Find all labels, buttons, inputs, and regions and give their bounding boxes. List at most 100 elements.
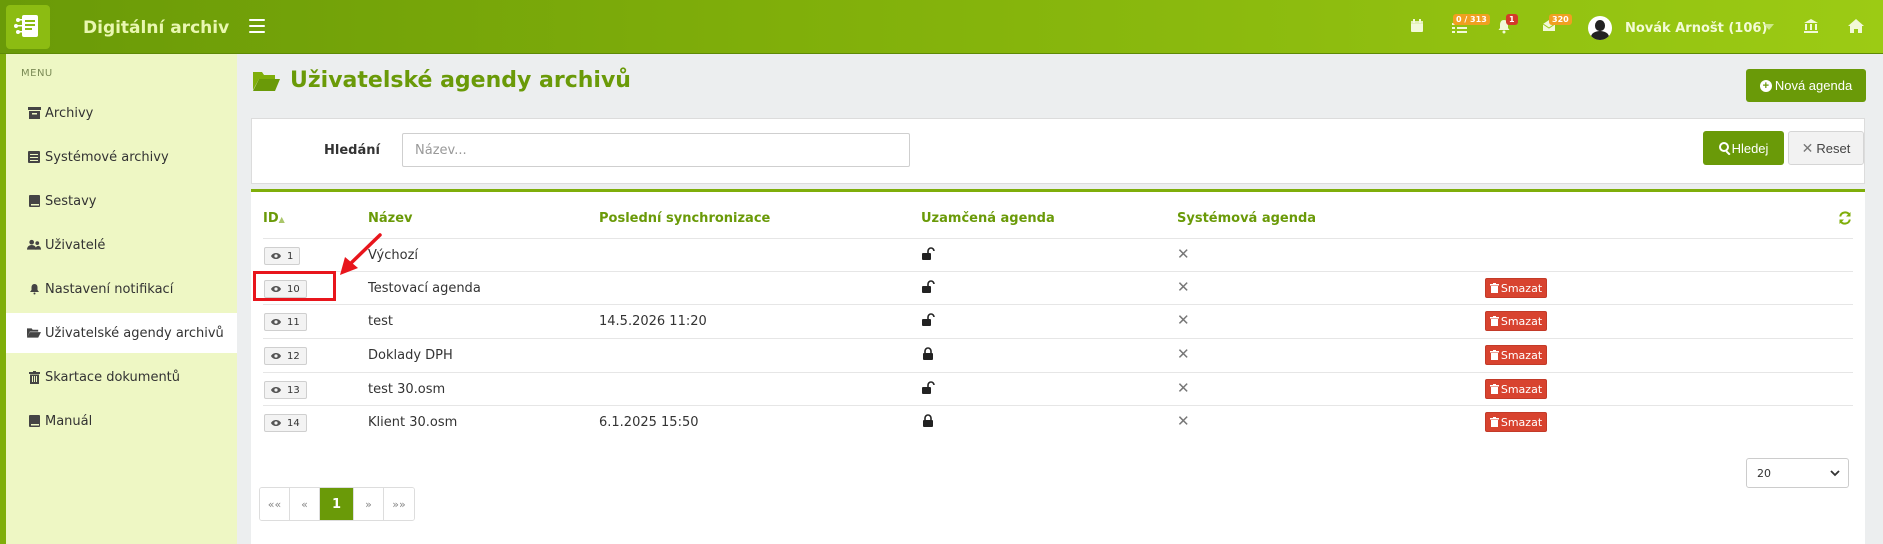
table-row: 10 Testovací agenda ✕ Smazat — [263, 271, 1853, 305]
plus-circle-icon: + — [1759, 79, 1772, 92]
close-icon: ✕ — [1177, 245, 1190, 263]
folder-open-icon — [253, 71, 280, 91]
row-last-sync: 6.1.2025 15:50 — [599, 415, 699, 430]
sidebar-item-manual[interactable]: Manuál — [6, 401, 237, 441]
close-icon: ✕ — [1177, 278, 1190, 296]
sidebar-item-uzivatele[interactable]: Uživatelé — [6, 225, 237, 265]
sidebar-item-label: Manuál — [45, 413, 93, 429]
messages-icon[interactable]: 320 — [1541, 14, 1572, 36]
row-id: 11 — [287, 316, 300, 328]
eye-icon — [271, 318, 284, 326]
view-button[interactable]: 14 — [264, 414, 307, 432]
delete-label: Smazat — [1500, 314, 1543, 328]
sidebar: MENU Archivy Systémové archivy Sestavy U… — [0, 54, 237, 544]
delete-button[interactable]: Smazat — [1485, 412, 1547, 432]
per-page-value: 20 — [1757, 466, 1771, 480]
chevron-down-icon[interactable] — [1764, 24, 1774, 30]
eye-icon — [271, 252, 284, 260]
sidebar-item-archivy[interactable]: Archivy — [6, 93, 237, 133]
delete-button[interactable]: Smazat — [1485, 345, 1547, 365]
home-icon[interactable] — [1847, 18, 1865, 36]
trash-icon — [1489, 384, 1501, 394]
search-button[interactable]: Hledej — [1703, 131, 1784, 165]
messages-badge: 320 — [1549, 14, 1572, 25]
row-id: 13 — [287, 384, 300, 396]
calendar-icon[interactable] — [1409, 18, 1427, 36]
view-button[interactable]: 13 — [264, 381, 307, 399]
view-button[interactable]: 10 — [264, 280, 307, 298]
bell-icon — [27, 283, 41, 296]
column-header-system[interactable]: Systémová agenda — [1177, 211, 1316, 226]
view-button[interactable]: 1 — [264, 247, 301, 265]
folder-open-icon — [27, 327, 41, 340]
sidebar-item-nastaveni-notifikaci[interactable]: Nastavení notifikací — [6, 269, 237, 309]
main-content: Uživatelské agendy archivů + Nová agenda… — [237, 54, 1883, 544]
row-name: test 30.osm — [368, 382, 446, 397]
eye-icon — [271, 285, 284, 293]
close-icon: ✕ — [1801, 139, 1814, 156]
close-icon: ✕ — [1177, 311, 1190, 329]
archive-icon — [27, 107, 41, 120]
search-panel: Hledání Hledej ✕ Reset — [251, 118, 1865, 184]
database-icon — [27, 151, 41, 164]
row-name: Klient 30.osm — [368, 415, 458, 430]
chevron-down-icon — [1830, 470, 1840, 477]
delete-button[interactable]: Smazat — [1485, 278, 1547, 298]
app-title[interactable]: Digitální archiv — [83, 18, 229, 38]
bell-icon[interactable]: 1 — [1496, 14, 1518, 36]
page-first-button[interactable]: «« — [260, 488, 290, 520]
sidebar-item-uzivatelske-agendy[interactable]: Uživatelské agendy archivů — [6, 313, 237, 353]
lock-open-icon — [921, 313, 935, 331]
tasks-icon[interactable]: 0 / 313 — [1451, 14, 1490, 36]
close-icon: ✕ — [1177, 379, 1190, 397]
view-button[interactable]: 12 — [264, 347, 307, 365]
new-agenda-button[interactable]: + Nová agenda — [1746, 69, 1866, 102]
page-heading: Uživatelské agendy archivů — [253, 68, 631, 93]
user-name: Novák Arnošt (106) — [1625, 20, 1768, 36]
institution-icon[interactable] — [1803, 18, 1821, 36]
user-menu[interactable]: Novák Arnošt (106) — [1588, 16, 1767, 40]
annotation-arrow — [340, 233, 382, 275]
sidebar-item-skartace-dokumentu[interactable]: Skartace dokumentů — [6, 357, 237, 397]
column-header-id[interactable]: ID▲ — [263, 211, 285, 226]
delete-button[interactable]: Smazat — [1485, 311, 1547, 331]
reset-button-label: Reset — [1816, 140, 1851, 156]
view-button[interactable]: 11 — [264, 313, 307, 331]
page-last-button[interactable]: »» — [384, 488, 414, 520]
page-next-button[interactable]: » — [354, 488, 384, 520]
menu-toggle-icon[interactable] — [249, 19, 265, 33]
app-logo[interactable] — [6, 5, 50, 49]
trash-icon — [1489, 283, 1501, 293]
search-label: Hledání — [324, 143, 380, 158]
lock-closed-icon — [921, 414, 935, 432]
page-current-button[interactable]: 1 — [320, 488, 354, 520]
tasks-badge: 0 / 313 — [1453, 14, 1490, 25]
sidebar-item-label: Sestavy — [45, 193, 97, 209]
menu-label: MENU — [21, 68, 53, 79]
delete-button[interactable]: Smazat — [1485, 379, 1547, 399]
lock-open-icon — [921, 247, 935, 265]
search-input[interactable] — [402, 133, 910, 167]
per-page-select[interactable]: 20 — [1746, 458, 1849, 488]
column-header-name[interactable]: Název — [368, 211, 413, 226]
row-name: test — [368, 314, 393, 329]
refresh-icon[interactable] — [1838, 211, 1852, 229]
column-header-locked[interactable]: Uzamčená agenda — [921, 211, 1055, 226]
sidebar-item-label: Systémové archivy — [45, 149, 169, 165]
sidebar-item-systemove-archivy[interactable]: Systémové archivy — [6, 137, 237, 177]
sidebar-item-label: Uživatelé — [45, 237, 106, 253]
search-button-label: Hledej — [1731, 140, 1769, 156]
logo-icon — [14, 15, 38, 37]
column-header-last-sync[interactable]: Poslední synchronizace — [599, 211, 770, 226]
page-title: Uživatelské agendy archivů — [290, 68, 631, 93]
table-row: 13 test 30.osm ✕ Smazat — [263, 372, 1853, 406]
search-icon — [1718, 141, 1731, 155]
row-id: 12 — [287, 350, 300, 362]
table-row: 12 Doklady DPH ✕ Smazat — [263, 338, 1853, 372]
delete-label: Smazat — [1500, 415, 1543, 429]
book-icon — [27, 415, 41, 428]
reset-button[interactable]: ✕ Reset — [1788, 131, 1864, 165]
row-last-sync: 14.5.2026 11:20 — [599, 314, 707, 329]
sidebar-item-sestavy[interactable]: Sestavy — [6, 181, 237, 221]
page-prev-button[interactable]: « — [290, 488, 320, 520]
